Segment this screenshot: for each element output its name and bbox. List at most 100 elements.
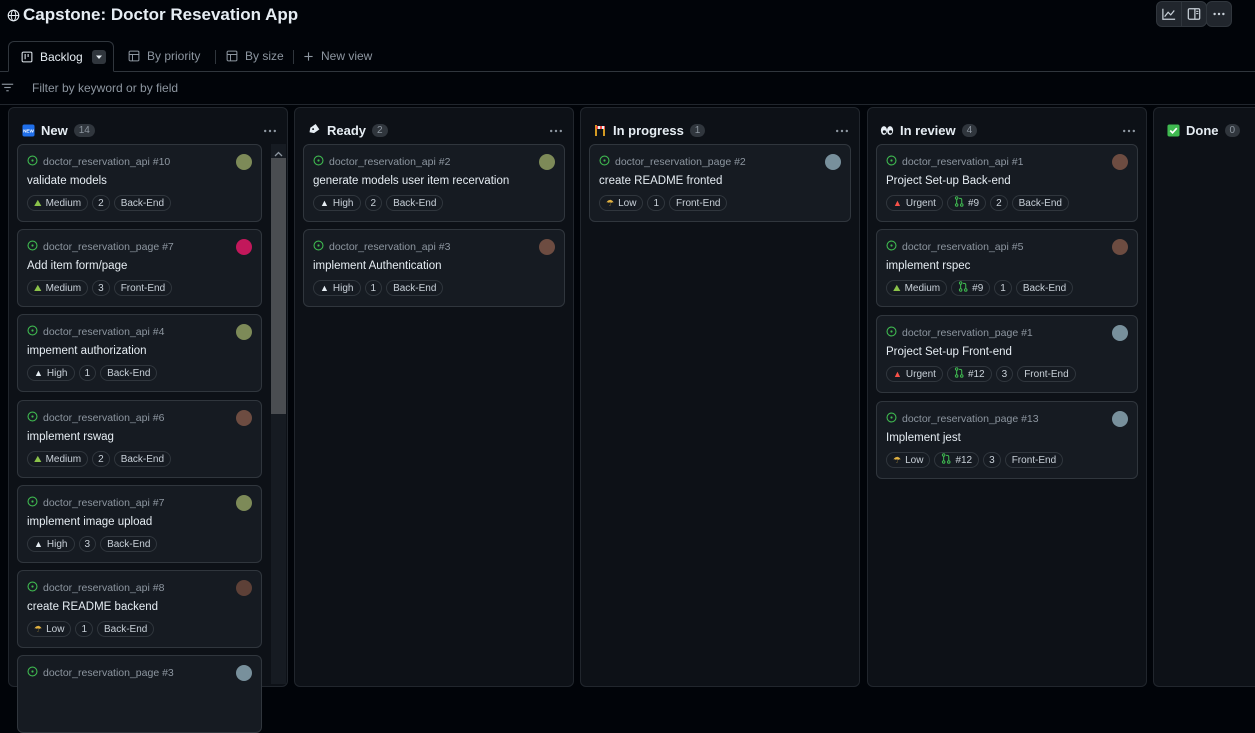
issue-title[interactable]: implement rspec	[886, 260, 970, 272]
issue-card[interactable]: doctor_reservation_api #10 validate model…	[17, 144, 262, 222]
assignee-avatar[interactable]	[236, 324, 252, 340]
issue-title[interactable]: implement Authentication	[313, 260, 442, 272]
assignee-avatar[interactable]	[236, 239, 252, 255]
issue-title[interactable]: generate models user item recervation	[313, 175, 509, 187]
issue-repo-ref[interactable]: doctor_reservation_page #2	[615, 156, 746, 168]
issue-card[interactable]: doctor_reservation_api #1 Project Set-up …	[876, 144, 1138, 222]
issue-repo-ref[interactable]: doctor_reservation_page #13	[902, 413, 1039, 425]
column-header: NEW New 14	[21, 121, 279, 139]
tab-by-size[interactable]: By size	[226, 41, 284, 71]
issue-card[interactable]: doctor_reservation_api #8 create README b…	[17, 570, 262, 648]
tab-menu-caret-icon[interactable]	[91, 49, 106, 64]
assignee-avatar[interactable]	[236, 410, 252, 426]
assignee-avatar[interactable]	[1112, 239, 1128, 255]
issue-title[interactable]: impement authorization	[27, 345, 147, 357]
new-view-button[interactable]: New view	[303, 41, 372, 71]
assignee-avatar[interactable]	[236, 154, 252, 170]
issue-card[interactable]: doctor_reservation_page #3	[17, 655, 262, 733]
issue-card[interactable]: doctor_reservation_api #5 implement rspec…	[876, 229, 1138, 307]
issue-repo-line: doctor_reservation_api #7	[27, 496, 164, 510]
column-header: In review 4	[880, 121, 1138, 139]
issue-repo-ref[interactable]: doctor_reservation_page #7	[43, 241, 174, 253]
issue-repo-line: doctor_reservation_page #2	[599, 155, 746, 169]
scroll-up-arrow-icon[interactable]	[274, 146, 283, 160]
issue-repo-ref[interactable]: doctor_reservation_page #3	[43, 667, 174, 679]
issue-repo-ref[interactable]: doctor_reservation_api #4	[43, 326, 164, 338]
issue-repo-ref[interactable]: doctor_reservation_api #5	[902, 241, 1023, 253]
tab-by-size-label: By size	[245, 49, 284, 63]
tab-by-priority-label: By priority	[147, 49, 201, 63]
issue-card[interactable]: doctor_reservation_page #13 Implement jes…	[876, 401, 1138, 479]
column-menu-icon[interactable]	[549, 124, 563, 138]
linked-pull-request[interactable]: #12	[946, 366, 992, 382]
issue-repo-ref[interactable]: doctor_reservation_api #8	[43, 582, 164, 594]
issue-title[interactable]: validate models	[27, 175, 107, 187]
issue-card[interactable]: doctor_reservation_api #2 generate models…	[303, 144, 565, 222]
issue-card[interactable]: doctor_reservation_api #6 implement rswag…	[17, 400, 262, 478]
issue-card[interactable]: doctor_reservation_page #7 Add item form/…	[17, 229, 262, 307]
assignee-avatar[interactable]	[825, 154, 841, 170]
issue-title[interactable]: Add item form/page	[27, 260, 127, 272]
assignee-avatar[interactable]	[236, 665, 252, 681]
tab-backlog[interactable]: Backlog	[8, 41, 114, 72]
issue-repo-ref[interactable]: doctor_reservation_api #6	[43, 412, 164, 424]
project-menu-button[interactable]	[1206, 1, 1232, 27]
priority-label: Medium	[904, 282, 941, 294]
issue-repo-line: doctor_reservation_api #3	[313, 240, 450, 254]
priority-label: High	[332, 197, 354, 209]
issue-title[interactable]: create README backend	[27, 601, 158, 613]
issue-card[interactable]: doctor_reservation_page #1 Project Set-up…	[876, 315, 1138, 393]
issue-title[interactable]: create README fronted	[599, 175, 722, 187]
issue-title[interactable]: Project Set-up Front-end	[886, 346, 1012, 358]
priority-token: ⛰ Medium	[27, 280, 89, 296]
issue-repo-ref[interactable]: doctor_reservation_api #3	[329, 241, 450, 253]
eyes-emoji-icon	[880, 123, 894, 137]
issue-repo-ref[interactable]: doctor_reservation_page #1	[902, 327, 1033, 339]
issue-repo-line: doctor_reservation_page #7	[27, 240, 174, 254]
issue-title[interactable]: Implement jest	[886, 432, 961, 444]
assignee-avatar[interactable]	[236, 495, 252, 511]
tab-by-priority[interactable]: By priority	[128, 41, 200, 71]
assignee-avatar[interactable]	[236, 580, 252, 596]
project-title: Capstone: Doctor Resevation App	[23, 5, 299, 24]
insights-button[interactable]	[1156, 1, 1182, 27]
column-count: 1	[689, 123, 706, 137]
priority-token: ▲ High	[313, 195, 361, 211]
project-header: Capstone: Doctor Resevation App	[0, 0, 1255, 40]
priority-label: Medium	[45, 197, 82, 209]
issue-card[interactable]: doctor_reservation_page #2 create README …	[589, 144, 851, 222]
filter-input[interactable]: Filter by keyword or by field	[32, 81, 178, 95]
column-scrollbar-thumb[interactable]	[271, 158, 286, 414]
issue-repo-ref[interactable]: doctor_reservation_api #10	[43, 156, 170, 168]
assignee-avatar[interactable]	[1112, 154, 1128, 170]
filter-icon[interactable]	[1, 82, 14, 96]
linked-pull-request[interactable]: #9	[951, 280, 991, 296]
priority-token: ▲ High	[27, 536, 75, 552]
issue-card[interactable]: doctor_reservation_api #7 implement image…	[17, 485, 262, 563]
assignee-avatar[interactable]	[1112, 325, 1128, 341]
tab-divider	[293, 50, 294, 64]
linked-pull-request[interactable]: #12	[934, 452, 980, 468]
assignee-avatar[interactable]	[539, 154, 555, 170]
issue-card[interactable]: doctor_reservation_api #4 impement author…	[17, 314, 262, 392]
linked-pull-request[interactable]: #9	[946, 195, 987, 211]
column-menu-icon[interactable]	[263, 124, 277, 138]
column-menu-icon[interactable]	[1122, 124, 1136, 138]
issue-fields: ☂ Low 1 Back-End	[27, 621, 155, 637]
area-label-token: Front-End	[669, 195, 728, 211]
column-menu-icon[interactable]	[835, 124, 849, 138]
issue-fields: ⛰ Medium 2 Back-End	[27, 195, 172, 211]
issue-title[interactable]: implement rswag	[27, 431, 114, 443]
issue-title[interactable]: Project Set-up Back-end	[886, 175, 1011, 187]
assignee-avatar[interactable]	[1112, 411, 1128, 427]
issue-card[interactable]: doctor_reservation_api #3 implement Authe…	[303, 229, 565, 307]
filter-bar[interactable]: Filter by keyword or by field	[0, 72, 1255, 105]
issue-title[interactable]: implement image upload	[27, 516, 152, 528]
issue-fields: ▲ High 1 Back-End	[313, 280, 444, 296]
issue-repo-ref[interactable]: doctor_reservation_api #1	[902, 156, 1023, 168]
area-label-token: Back-End	[100, 365, 158, 381]
issue-repo-ref[interactable]: doctor_reservation_api #2	[329, 156, 450, 168]
side-panel-button[interactable]	[1181, 1, 1207, 27]
assignee-avatar[interactable]	[539, 239, 555, 255]
issue-repo-ref[interactable]: doctor_reservation_api #7	[43, 497, 164, 509]
